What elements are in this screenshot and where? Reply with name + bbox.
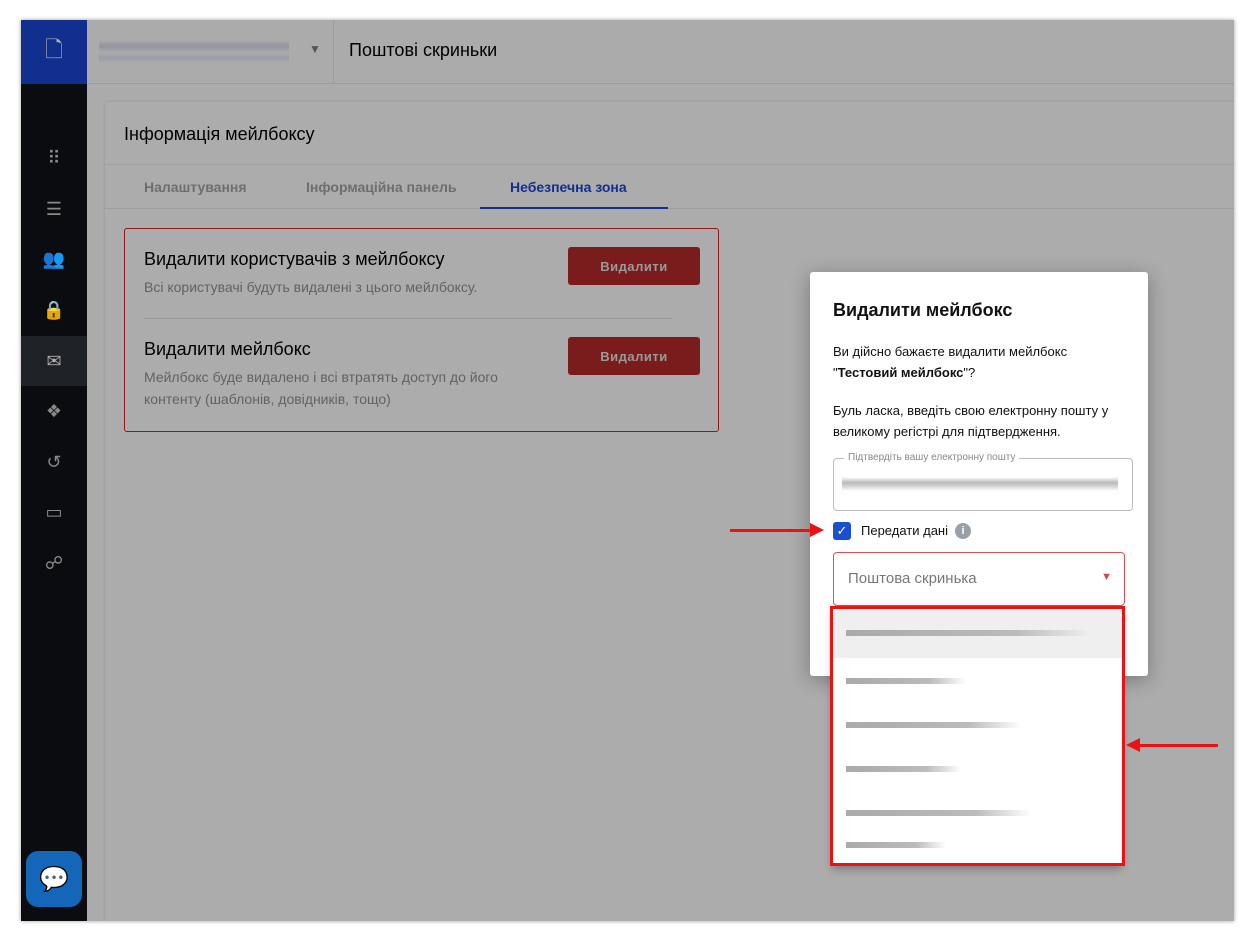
annotation-highlight-box: [830, 606, 1125, 866]
apps-grid-icon[interactable]: ⠿: [21, 133, 87, 183]
delete-mailbox-description: Мейлбокс буде видалено і всі втратять до…: [144, 369, 498, 407]
caret-down-icon: ▼: [1101, 571, 1112, 583]
annotation-arrow-left: [1126, 738, 1218, 752]
annotation-arrow-right: [730, 523, 824, 537]
email-field-label: Підтвердіть вашу електронну пошту: [844, 452, 1020, 463]
history-icon[interactable]: ↺: [21, 437, 87, 487]
divider: [105, 164, 1234, 165]
info-icon[interactable]: i: [955, 523, 971, 539]
delete-users-description: Всі користувачі будуть видалені з цього …: [144, 279, 478, 295]
divider: [144, 318, 672, 319]
organization-selector[interactable]: [99, 34, 289, 68]
chat-icon: 💬: [39, 865, 69, 893]
select-placeholder: Поштова скринька: [848, 570, 977, 587]
divider: [333, 20, 334, 84]
dialog-instruction: Буль ласка, введіть свою електронну пошт…: [833, 403, 1109, 439]
delete-mailbox-title: Видалити мейлбокс: [144, 339, 311, 359]
mailbox-name: Тестовий мейлбокс: [837, 365, 964, 380]
card-title: Інформація мейлбоксу: [124, 124, 315, 144]
transfer-data-label[interactable]: Передати дані: [861, 523, 948, 538]
caret-down-icon[interactable]: ▼: [309, 42, 321, 56]
danger-zone-panel: Видалити користувачів з мейлбоксу Всі ко…: [124, 228, 719, 432]
tab-danger-zone[interactable]: Небезпечна зона: [510, 179, 627, 195]
sliders-icon[interactable]: ☰: [21, 184, 87, 234]
active-tab-indicator: [480, 207, 668, 209]
delete-users-button[interactable]: Видалити: [568, 247, 700, 285]
credit-card-icon[interactable]: ▭: [21, 487, 87, 537]
page-title: Поштові скриньки: [349, 40, 498, 60]
sidebar: 🗋 ⠿ ☰ 👥 🔒 ✉ ❖ ↺ ▭ ☍ 💬: [21, 20, 87, 921]
tab-dashboard[interactable]: Інформаційна панель: [306, 179, 457, 195]
email-confirm-field[interactable]: Підтвердіть вашу електронну пошту: [833, 452, 1133, 511]
users-icon[interactable]: 👥: [21, 234, 87, 284]
dialog-question: Ви дійсно бажаєте видалити мейлбокс "Тест…: [833, 344, 1068, 380]
question-text: Ви дійсно бажаєте видалити мейлбокс: [833, 344, 1068, 359]
lock-icon[interactable]: 🔒: [21, 285, 87, 335]
diamond-nodes-icon[interactable]: ❖: [21, 386, 87, 436]
email-value-blurred: [842, 477, 1118, 491]
logo-icon[interactable]: 🗋: [21, 20, 87, 84]
webhook-icon[interactable]: ☍: [21, 538, 87, 588]
header: ▼ Поштові скриньки: [87, 20, 1234, 84]
dialog-title: Видалити мейлбокс: [833, 300, 1013, 320]
tab-settings[interactable]: Налаштування: [144, 179, 247, 195]
delete-mailbox-button[interactable]: Видалити: [568, 337, 700, 375]
delete-users-title: Видалити користувачів з мейлбоксу: [144, 249, 445, 269]
mailbox-select[interactable]: Поштова скринька ▼: [833, 552, 1125, 606]
chat-button[interactable]: 💬: [26, 851, 82, 907]
divider: [105, 208, 1234, 209]
transfer-data-checkbox[interactable]: ✓: [833, 522, 851, 540]
mail-icon[interactable]: ✉: [21, 336, 87, 386]
